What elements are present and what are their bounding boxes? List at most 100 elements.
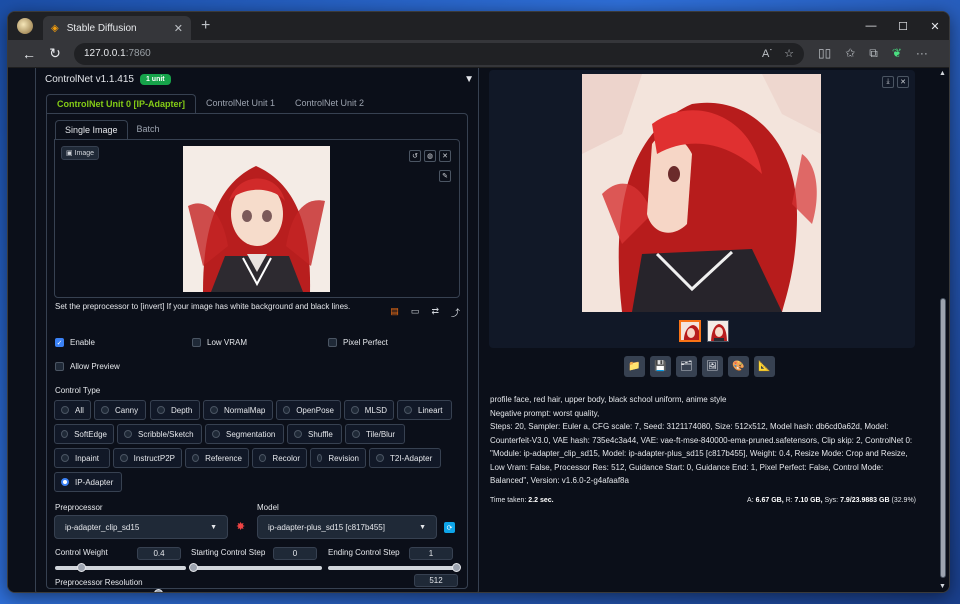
radio-mlsd[interactable]: MLSD — [344, 400, 394, 420]
end-step-slider[interactable] — [328, 563, 461, 572]
folder-icon[interactable]: 📁 — [624, 356, 645, 377]
memory-usage: A: 6.67 GB, R: 7.10 GB, Sys: 7.9/23.9883… — [747, 497, 916, 504]
tab-unit-0[interactable]: ControlNet Unit 0 [IP-Adapter] — [46, 94, 196, 114]
scroll-down-icon[interactable]: ▼ — [939, 583, 946, 590]
low-vram-checkbox[interactable]: Low VRAM — [192, 338, 247, 347]
webcam-icon[interactable]: ▭ — [411, 306, 420, 319]
rotate-icon[interactable]: ↺ — [409, 150, 421, 162]
more-menu-icon[interactable]: ··· — [916, 46, 928, 61]
radio-depth[interactable]: Depth — [150, 400, 200, 420]
control-weight-slider[interactable] — [55, 563, 186, 572]
slider-knob[interactable] — [189, 563, 198, 572]
tab-unit-2[interactable]: ControlNet Unit 2 — [285, 94, 374, 114]
start-step-input[interactable]: 0 — [273, 547, 317, 560]
url-port: :7860 — [125, 48, 151, 59]
favorite-star-icon[interactable]: ☆ — [784, 47, 794, 60]
radio-shuffle[interactable]: Shuffle — [287, 424, 342, 444]
profile-icon[interactable] — [17, 18, 33, 34]
new-canvas-icon[interactable]: ▤ — [390, 306, 399, 319]
enable-checkbox[interactable]: ✓ Enable — [55, 338, 95, 347]
read-aloud-icon[interactable]: Aᐝ — [762, 47, 772, 60]
end-step-input[interactable]: 1 — [409, 547, 453, 560]
preprocessor-dropdown[interactable]: ip-adapter_clip_sd15 ▼ — [54, 515, 228, 539]
radio-canny[interactable]: Canny — [94, 400, 146, 420]
start-step-label: Starting Control Step — [191, 548, 266, 557]
pen-icon[interactable]: ✎ — [439, 170, 451, 182]
slider-knob[interactable] — [77, 563, 87, 572]
performance-info: Time taken: 2.2 sec. A: 6.67 GB, R: 7.10… — [490, 497, 916, 504]
radio-reference[interactable]: Reference — [185, 448, 249, 468]
gallery-tools: ⤓ ✕ — [882, 76, 909, 88]
scroll-up-icon[interactable]: ▲ — [939, 70, 946, 77]
favorites-icon[interactable]: ✩ — [845, 46, 855, 61]
model-dropdown[interactable]: ip-adapter-plus_sd15 [c817b455] ▼ — [257, 515, 437, 539]
radio-normalmap[interactable]: NormalMap — [203, 400, 273, 420]
send-to-extras-icon[interactable]: 📐 — [754, 356, 775, 377]
send-dimensions-icon[interactable]: ⤴ — [451, 306, 460, 319]
browser-window: ◈ Stable Diffusion ✕ + — ☐ ✕ ← ↻ i 127.0… — [7, 11, 950, 593]
new-tab-icon[interactable]: + — [201, 17, 210, 35]
radio-inpaint[interactable]: Inpaint — [54, 448, 110, 468]
radio-recolor[interactable]: Recolor — [252, 448, 307, 468]
radio-revision[interactable]: Revision — [310, 448, 366, 468]
radio-tile-blur[interactable]: Tile/Blur — [345, 424, 405, 444]
send-to-inpaint-icon[interactable]: 🎨 — [728, 356, 749, 377]
collections-icon[interactable]: ⧉ — [869, 46, 878, 61]
unit-body: Single Image Batch ▣ Image ↺ ◍ ✕ ✎ Set t… — [46, 113, 468, 589]
check-icon: ✓ — [55, 338, 64, 347]
thumbnail-preprocessed[interactable] — [707, 320, 729, 342]
page-scrollbar[interactable]: ▲ ▼ — [939, 70, 947, 590]
maximize-icon[interactable]: ☐ — [889, 12, 917, 40]
radio-lineart[interactable]: Lineart — [397, 400, 452, 420]
refresh-models-icon[interactable]: ⟳ — [444, 522, 455, 533]
image-input-box[interactable]: ▣ Image ↺ ◍ ✕ ✎ — [54, 139, 460, 298]
image-label: ▣ Image — [61, 146, 100, 160]
close-tab-icon[interactable]: ✕ — [174, 22, 183, 35]
split-screen-icon[interactable]: ▯▯ — [818, 46, 831, 61]
chevron-down-icon: ▼ — [210, 523, 217, 531]
radio-openpose[interactable]: OpenPose — [276, 400, 341, 420]
address-bar[interactable]: i 127.0.0.1 :7860 Aᐝ ☆ — [13, 42, 804, 349]
generation-info: profile face, red hair, upper body, blac… — [490, 393, 916, 488]
close-window-icon[interactable]: ✕ — [921, 12, 949, 40]
back-icon[interactable]: ← — [16, 46, 42, 62]
pixel-perfect-checkbox[interactable]: Pixel Perfect — [328, 338, 388, 347]
run-preprocessor-icon[interactable]: ✸ — [236, 520, 245, 533]
thumbnail-output[interactable] — [679, 320, 701, 342]
tab-single-image[interactable]: Single Image — [55, 120, 128, 140]
reload-icon[interactable]: ↻ — [42, 45, 68, 62]
control-weight-input[interactable]: 0.4 — [137, 547, 181, 560]
radio-ip-adapter[interactable]: IP-Adapter — [54, 472, 122, 492]
radio-softedge[interactable]: SoftEdge — [54, 424, 114, 444]
download-icon[interactable]: ⤓ — [882, 76, 894, 88]
tab-batch[interactable]: Batch — [128, 120, 169, 140]
chevron-down-icon: ▼ — [419, 523, 426, 531]
zip-icon[interactable]: 🗂 — [676, 356, 697, 377]
minimize-icon[interactable]: — — [857, 12, 885, 40]
slider-knob[interactable] — [452, 563, 461, 572]
tab-unit-1[interactable]: ControlNet Unit 1 — [196, 94, 285, 114]
radio-t2i-adapter[interactable]: T2I-Adapter — [369, 448, 441, 468]
output-image[interactable] — [582, 74, 821, 312]
save-icon[interactable]: 💾 — [650, 356, 671, 377]
brush-icon[interactable]: ◍ — [424, 150, 436, 162]
input-image — [183, 146, 330, 292]
radio-instructp2p[interactable]: InstructP2P — [113, 448, 182, 468]
slider-knob[interactable] — [153, 589, 163, 592]
clear-image-icon[interactable]: ✕ — [439, 150, 451, 162]
preprocessor-resolution-label: Preprocessor Resolution — [55, 578, 143, 587]
collapse-triangle-icon[interactable]: ▼ — [464, 74, 474, 85]
browser-tab[interactable]: ◈ Stable Diffusion ✕ — [43, 16, 191, 40]
preprocessor-resolution-input[interactable]: 512 — [414, 574, 458, 587]
extension-icon[interactable]: ❦ — [892, 46, 902, 61]
allow-preview-checkbox[interactable]: Allow Preview — [55, 362, 120, 371]
preprocessor-resolution-slider[interactable] — [153, 589, 163, 592]
start-step-slider[interactable] — [189, 563, 322, 572]
send-to-img2img-icon[interactable]: 🖼 — [702, 356, 723, 377]
radio-segmentation[interactable]: Segmentation — [205, 424, 284, 444]
radio-scribble[interactable]: Scribble/Sketch — [117, 424, 202, 444]
radio-all[interactable]: All — [54, 400, 91, 420]
mirror-icon[interactable]: ⇄ — [431, 306, 439, 319]
close-gallery-icon[interactable]: ✕ — [897, 76, 909, 88]
scrollbar-thumb[interactable] — [940, 298, 946, 578]
